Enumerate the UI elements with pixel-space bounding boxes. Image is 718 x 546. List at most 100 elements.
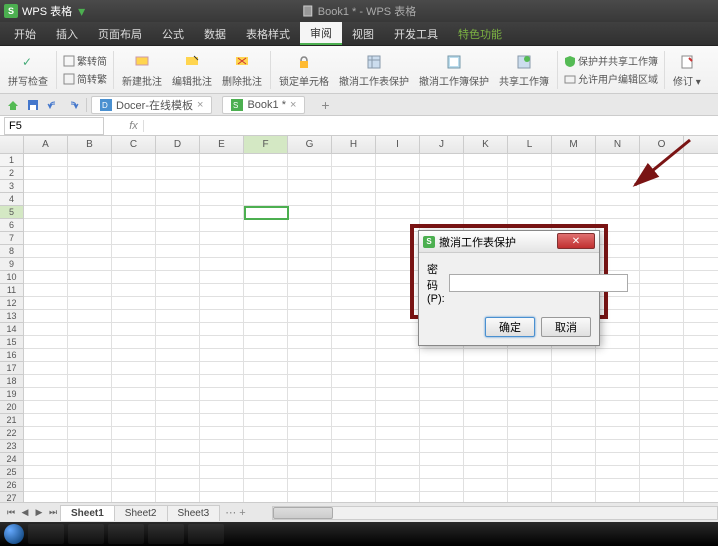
- lock-cell-button[interactable]: 锁定单元格: [275, 48, 333, 92]
- col-header-M[interactable]: M: [552, 136, 596, 153]
- sheet-tab-3[interactable]: Sheet3: [167, 505, 221, 521]
- cells-area[interactable]: [24, 154, 718, 502]
- start-button[interactable]: [4, 524, 24, 544]
- delete-comment-button[interactable]: 删除批注: [218, 48, 266, 92]
- menu-7[interactable]: 视图: [342, 22, 384, 45]
- simp-to-trad-button[interactable]: 繁转简: [61, 52, 109, 69]
- unprotect-sheet-button[interactable]: 撤消工作表保护: [335, 48, 413, 92]
- col-header-O[interactable]: O: [640, 136, 684, 153]
- app-dropdown-icon[interactable]: ▾: [78, 3, 85, 20]
- menu-5[interactable]: 表格样式: [236, 22, 300, 45]
- add-sheet-button[interactable]: ⋯ +: [219, 504, 251, 521]
- name-box[interactable]: F5: [4, 117, 104, 135]
- col-header-F[interactable]: F: [244, 136, 288, 153]
- sheet-tab-2[interactable]: Sheet2: [114, 505, 168, 521]
- horizontal-scrollbar[interactable]: [272, 506, 718, 520]
- row-header-1[interactable]: 1: [0, 154, 23, 167]
- row-header-6[interactable]: 6: [0, 219, 23, 232]
- row-header-24[interactable]: 24: [0, 453, 23, 466]
- row-header-22[interactable]: 22: [0, 427, 23, 440]
- home-button[interactable]: [4, 96, 22, 114]
- sheet-tab-1[interactable]: Sheet1: [60, 505, 115, 521]
- unprotect-book-button[interactable]: 撤消工作簿保护: [415, 48, 493, 92]
- prev-sheet-button[interactable]: ◀: [18, 506, 32, 520]
- menu-1[interactable]: 插入: [46, 22, 88, 45]
- row-header-18[interactable]: 18: [0, 375, 23, 388]
- trad-to-simp-button[interactable]: 简转繁: [61, 70, 109, 87]
- col-header-H[interactable]: H: [332, 136, 376, 153]
- row-header-20[interactable]: 20: [0, 401, 23, 414]
- protect-share-button[interactable]: 保护并共享工作簿: [562, 52, 660, 69]
- spellcheck-button[interactable]: ✓ 拼写检查: [4, 48, 52, 92]
- cancel-button[interactable]: 取消: [541, 317, 591, 337]
- taskbar-item[interactable]: [28, 524, 64, 544]
- row-header-15[interactable]: 15: [0, 336, 23, 349]
- menu-0[interactable]: 开始: [4, 22, 46, 45]
- row-header-27[interactable]: 27: [0, 492, 23, 502]
- undo-button[interactable]: [44, 96, 62, 114]
- formula-input[interactable]: [144, 117, 718, 135]
- menu-6[interactable]: 审阅: [300, 22, 342, 45]
- close-tab-icon[interactable]: ×: [197, 99, 203, 111]
- taskbar-item[interactable]: [148, 524, 184, 544]
- col-header-K[interactable]: K: [464, 136, 508, 153]
- doc-tab-book1[interactable]: S Book1 * ×: [222, 96, 305, 114]
- share-book-button[interactable]: 共享工作簿: [495, 48, 553, 92]
- col-header-A[interactable]: A: [24, 136, 68, 153]
- col-header-N[interactable]: N: [596, 136, 640, 153]
- password-input[interactable]: [449, 274, 628, 292]
- row-header-5[interactable]: 5: [0, 206, 23, 219]
- redo-button[interactable]: [64, 96, 82, 114]
- ok-button[interactable]: 确定: [485, 317, 535, 337]
- row-header-23[interactable]: 23: [0, 440, 23, 453]
- col-header-D[interactable]: D: [156, 136, 200, 153]
- taskbar-item[interactable]: [188, 524, 224, 544]
- menu-3[interactable]: 公式: [152, 22, 194, 45]
- row-header-9[interactable]: 9: [0, 258, 23, 271]
- new-comment-button[interactable]: 新建批注: [118, 48, 166, 92]
- select-all-corner[interactable]: [0, 136, 24, 153]
- row-header-3[interactable]: 3: [0, 180, 23, 193]
- row-header-17[interactable]: 17: [0, 362, 23, 375]
- close-tab-icon[interactable]: ×: [290, 99, 296, 111]
- menu-4[interactable]: 数据: [194, 22, 236, 45]
- taskbar-item[interactable]: [108, 524, 144, 544]
- edit-comment-button[interactable]: 编辑批注: [168, 48, 216, 92]
- row-header-21[interactable]: 21: [0, 414, 23, 427]
- last-sheet-button[interactable]: ⏭: [46, 506, 60, 520]
- row-header-8[interactable]: 8: [0, 245, 23, 258]
- col-header-I[interactable]: I: [376, 136, 420, 153]
- col-header-G[interactable]: G: [288, 136, 332, 153]
- revisions-button[interactable]: 修订 ▾: [669, 48, 705, 92]
- row-header-10[interactable]: 10: [0, 271, 23, 284]
- menu-8[interactable]: 开发工具: [384, 22, 448, 45]
- dialog-titlebar[interactable]: S 撤消工作表保护 ✕: [419, 231, 599, 253]
- menu-9[interactable]: 特色功能: [448, 22, 512, 45]
- row-header-12[interactable]: 12: [0, 297, 23, 310]
- taskbar-item[interactable]: [68, 524, 104, 544]
- col-header-J[interactable]: J: [420, 136, 464, 153]
- row-header-14[interactable]: 14: [0, 323, 23, 336]
- col-header-B[interactable]: B: [68, 136, 112, 153]
- row-header-25[interactable]: 25: [0, 466, 23, 479]
- save-button[interactable]: [24, 96, 42, 114]
- row-header-13[interactable]: 13: [0, 310, 23, 323]
- row-header-26[interactable]: 26: [0, 479, 23, 492]
- row-header-7[interactable]: 7: [0, 232, 23, 245]
- allow-edit-button[interactable]: 允许用户编辑区域: [562, 70, 660, 87]
- col-header-L[interactable]: L: [508, 136, 552, 153]
- first-sheet-button[interactable]: ⏮: [4, 506, 18, 520]
- add-tab-button[interactable]: +: [315, 97, 335, 113]
- row-header-19[interactable]: 19: [0, 388, 23, 401]
- dialog-close-button[interactable]: ✕: [557, 233, 595, 249]
- fx-button[interactable]: fx: [124, 120, 144, 132]
- col-header-C[interactable]: C: [112, 136, 156, 153]
- scrollbar-thumb[interactable]: [273, 507, 333, 519]
- row-header-16[interactable]: 16: [0, 349, 23, 362]
- row-header-11[interactable]: 11: [0, 284, 23, 297]
- menu-2[interactable]: 页面布局: [88, 22, 152, 45]
- row-header-4[interactable]: 4: [0, 193, 23, 206]
- row-header-2[interactable]: 2: [0, 167, 23, 180]
- col-header-E[interactable]: E: [200, 136, 244, 153]
- doc-tab-docer[interactable]: D Docer-在线模板 ×: [91, 96, 212, 114]
